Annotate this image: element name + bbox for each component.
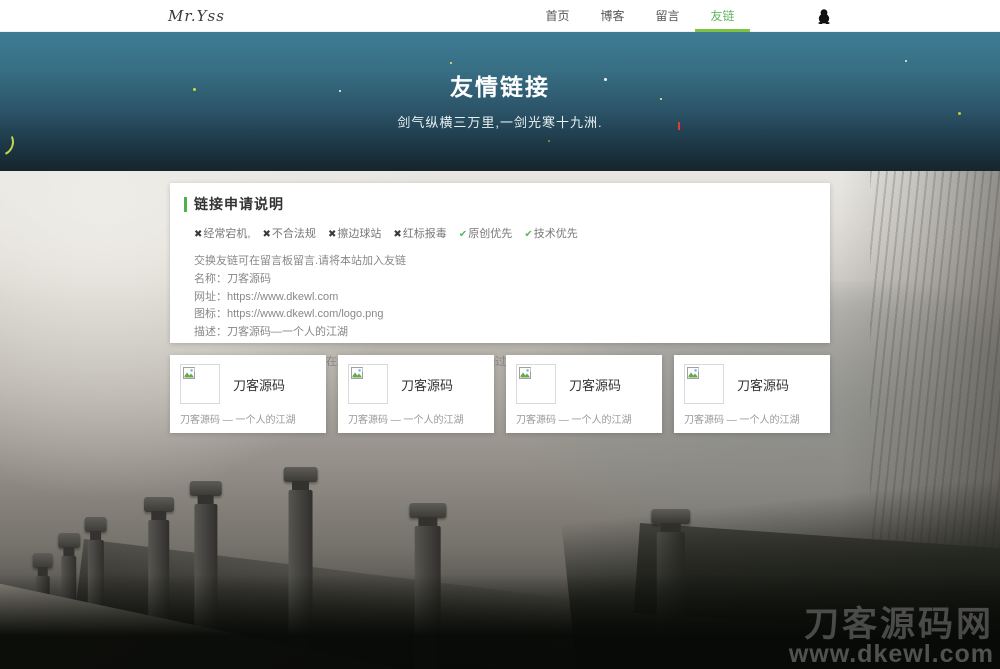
friend-link-desc: 刀客源码 — 一个人的江湖: [348, 411, 484, 426]
friend-link-title: 刀客源码: [401, 375, 453, 394]
page-subtitle: 剑气纵横三万里,一剑光寒十九洲.: [0, 112, 1000, 131]
nav-item-links[interactable]: 友链: [695, 0, 750, 32]
friend-link-card[interactable]: 刀客源码 刀客源码 — 一个人的江湖: [338, 355, 494, 433]
particle-dot: [660, 98, 662, 100]
friend-link-card[interactable]: 刀客源码 刀客源码 — 一个人的江湖: [506, 355, 662, 433]
friend-link-desc: 刀客源码 — 一个人的江湖: [684, 411, 820, 426]
particle-dot: [905, 60, 907, 62]
link-application-card: 链接申请说明 ✖经常宕机, ✖不合法规 ✖擦边球站 ✖红标报毒 ✔原创优先 ✔技…: [170, 183, 830, 343]
site-name-line: 名称：刀客源码: [194, 271, 816, 289]
x-mark-icon: ✖: [328, 229, 336, 240]
rule-tag: ✖红标报毒: [393, 228, 446, 240]
particle-dot: [958, 112, 961, 115]
main-content: 链接申请说明 ✖经常宕机, ✖不合法规 ✖擦边球站 ✖红标报毒 ✔原创优先 ✔技…: [170, 183, 830, 433]
friend-link-title: 刀客源码: [233, 375, 285, 394]
broken-image-icon: [180, 364, 220, 404]
particle-dot: [193, 88, 196, 91]
broken-image-icon: [516, 364, 556, 404]
friend-link-card[interactable]: 刀客源码 刀客源码 — 一个人的江湖: [674, 355, 830, 433]
x-mark-icon: ✖: [263, 229, 271, 240]
particle-dash: [678, 122, 680, 130]
top-navbar: Mr.Yss 首页 博客 留言 友链: [0, 0, 1000, 32]
rule-tag: ✖不合法规: [263, 228, 316, 240]
site-icon-line: 图标：https://www.dkewl.com/logo.png: [194, 306, 816, 324]
site-desc-line: 描述：刀客源码—一个人的江湖: [194, 324, 816, 342]
friend-link-card[interactable]: 刀客源码 刀客源码 — 一个人的江湖: [170, 355, 326, 433]
nav-item-blog[interactable]: 博客: [585, 0, 640, 32]
rule-tag: ✔技术优先: [524, 228, 577, 240]
particle-dot: [548, 140, 550, 142]
friend-link-desc: 刀客源码 — 一个人的江湖: [516, 411, 652, 426]
section-title: 链接申请说明: [194, 194, 284, 214]
check-mark-icon: ✔: [459, 229, 467, 240]
nav-item-message[interactable]: 留言: [640, 0, 695, 32]
bottom-shadow: [0, 574, 1000, 669]
friend-link-desc: 刀客源码 — 一个人的江湖: [180, 411, 316, 426]
rule-tag: ✔原创优先: [459, 228, 512, 240]
x-mark-icon: ✖: [393, 229, 401, 240]
rule-tags: ✖经常宕机, ✖不合法规 ✖擦边球站 ✖红标报毒 ✔原创优先 ✔技术优先: [194, 225, 816, 241]
x-mark-icon: ✖: [194, 229, 202, 240]
particle-dot: [604, 78, 607, 81]
check-mark-icon: ✔: [524, 229, 532, 240]
main-menu: 首页 博客 留言 友链: [530, 0, 750, 32]
broken-image-icon: [348, 364, 388, 404]
site-logo[interactable]: Mr.Yss: [168, 7, 225, 25]
broken-image-icon: [684, 364, 724, 404]
nav-item-home[interactable]: 首页: [530, 0, 585, 32]
site-url-line: 网址：https://www.dkewl.com: [194, 289, 816, 307]
section-accent-bar: [184, 197, 187, 212]
hero-banner: 友情链接 剑气纵横三万里,一剑光寒十九洲.: [0, 32, 1000, 171]
application-instructions: 交换友链可在留言板留言.请将本站加入友链 名称：刀客源码 网址：https://…: [194, 253, 816, 342]
rule-tag: ✖擦边球站: [328, 228, 381, 240]
qq-penguin-icon[interactable]: [816, 8, 832, 24]
particle-dot: [339, 90, 341, 92]
particle-dot: [450, 62, 452, 64]
rule-tag: ✖经常宕机,: [194, 228, 250, 240]
friend-link-title: 刀客源码: [737, 375, 789, 394]
friend-link-title: 刀客源码: [569, 375, 621, 394]
page-title: 友情链接: [0, 32, 1000, 102]
intro-line: 交换友链可在留言板留言.请将本站加入友链: [194, 253, 816, 271]
